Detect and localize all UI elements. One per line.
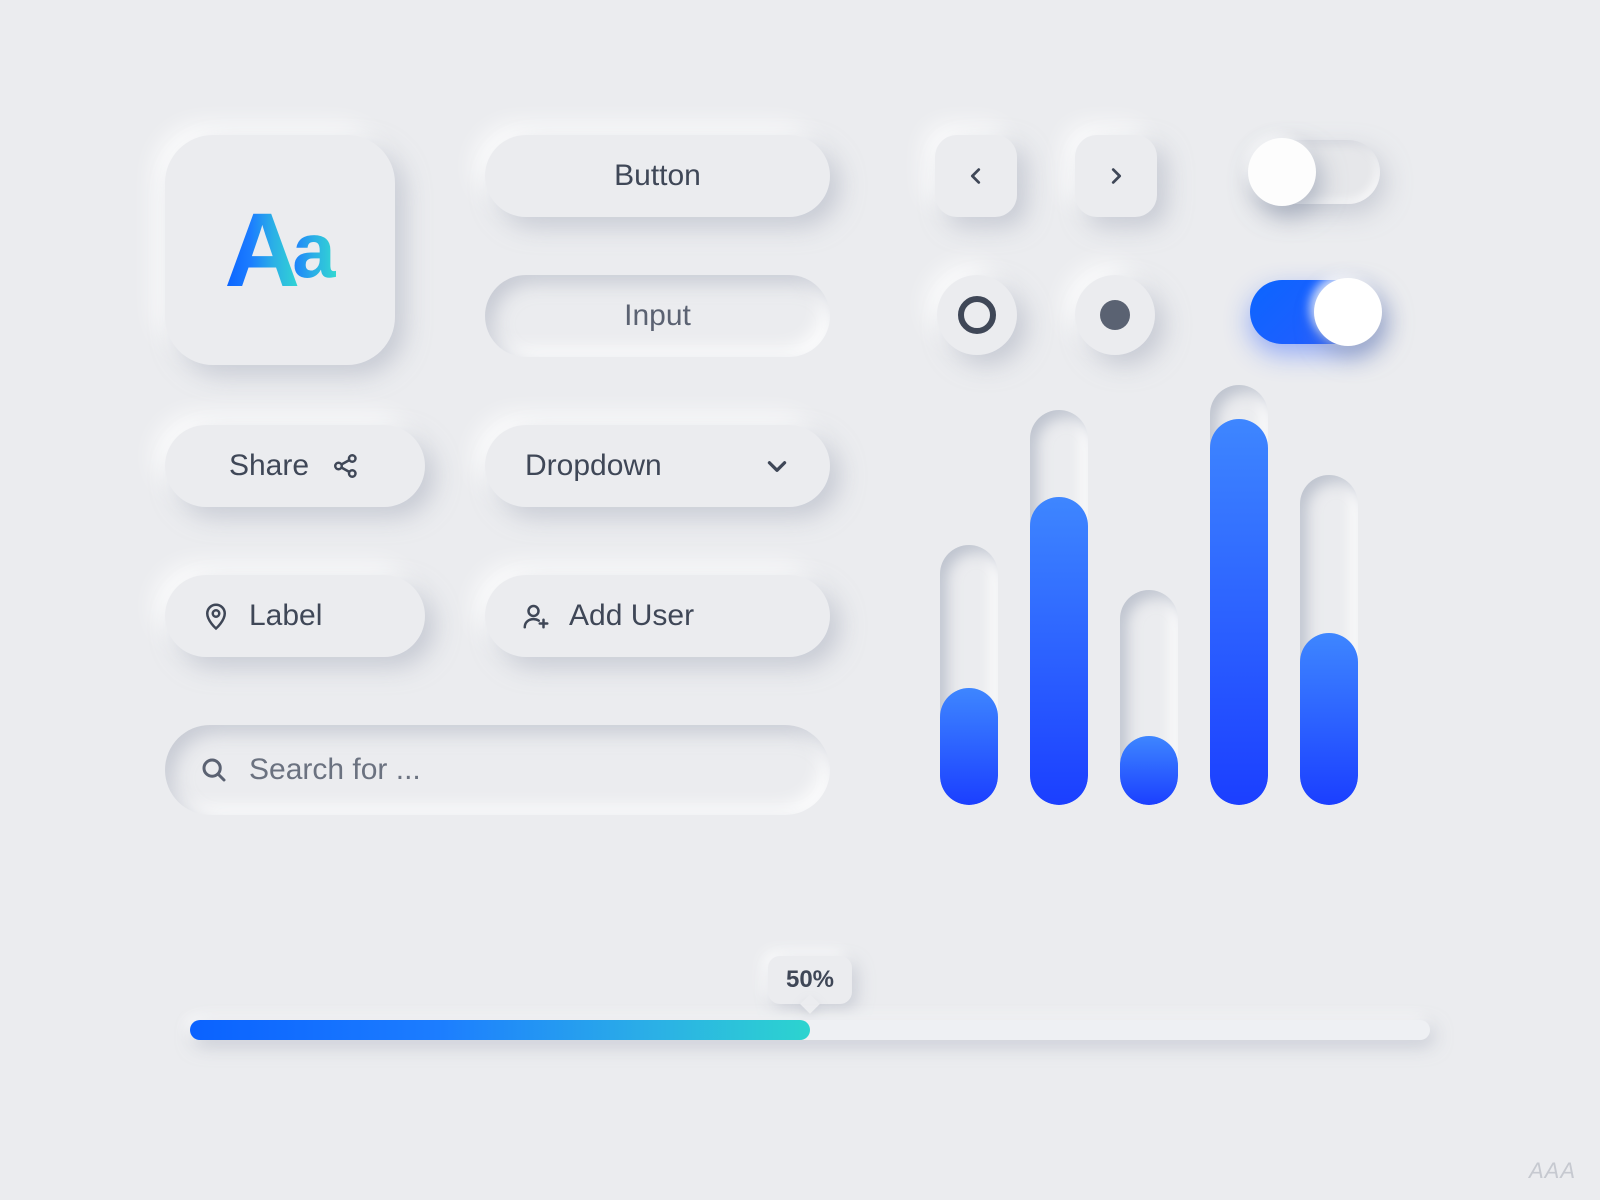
add-user-label: Add User — [569, 599, 694, 633]
typography-lowercase: a — [292, 211, 335, 289]
dropdown[interactable]: Dropdown — [485, 425, 830, 507]
progress-bar[interactable]: 50% — [190, 1020, 1430, 1040]
bar-fill — [1120, 736, 1178, 805]
bar-fill — [940, 688, 998, 805]
typography-uppercase: A — [224, 198, 300, 303]
watermark: AAA — [1529, 1158, 1576, 1184]
chevron-left-icon — [965, 165, 987, 187]
dropdown-label: Dropdown — [525, 449, 662, 483]
progress-fill — [190, 1020, 810, 1040]
radio-dot-icon — [1100, 300, 1130, 330]
add-user-icon — [521, 601, 551, 631]
toggle-on[interactable] — [1250, 280, 1380, 344]
button-label: Button — [614, 159, 701, 193]
prev-button[interactable] — [935, 135, 1017, 217]
search-placeholder: Search for ... — [249, 753, 421, 787]
share-button[interactable]: Share — [165, 425, 425, 507]
share-icon — [331, 451, 361, 481]
next-button[interactable] — [1075, 135, 1157, 217]
bar-fill — [1300, 633, 1358, 805]
location-pin-icon — [201, 601, 231, 631]
label-chip[interactable]: Label — [165, 575, 425, 657]
search-input[interactable]: Search for ... — [165, 725, 830, 815]
text-input[interactable]: Input — [485, 275, 830, 357]
bar-track — [1210, 385, 1268, 805]
primary-button[interactable]: Button — [485, 135, 830, 217]
radio-ring-icon — [958, 296, 996, 334]
progress-track — [190, 1020, 1430, 1040]
label-text: Label — [249, 599, 322, 633]
share-label: Share — [229, 449, 309, 483]
chevron-right-icon — [1105, 165, 1127, 187]
bar-track — [1030, 410, 1088, 805]
radio-selected[interactable] — [1075, 275, 1155, 355]
toggle-off[interactable] — [1250, 140, 1380, 204]
add-user-button[interactable]: Add User — [485, 575, 830, 657]
chevron-down-icon — [764, 453, 790, 479]
typography-tile: A a — [165, 135, 395, 365]
bar-chart — [940, 385, 1358, 805]
bar-fill — [1210, 419, 1268, 805]
progress-value: 50% — [786, 966, 834, 993]
bar-track — [1120, 590, 1178, 805]
progress-tooltip: 50% — [768, 956, 852, 1004]
bar-track — [940, 545, 998, 805]
radio-unselected[interactable] — [937, 275, 1017, 355]
toggle-knob — [1314, 278, 1382, 346]
toggle-knob — [1248, 138, 1316, 206]
search-icon — [199, 755, 229, 785]
bar-fill — [1030, 497, 1088, 805]
bar-track — [1300, 475, 1358, 805]
input-placeholder: Input — [624, 299, 691, 333]
